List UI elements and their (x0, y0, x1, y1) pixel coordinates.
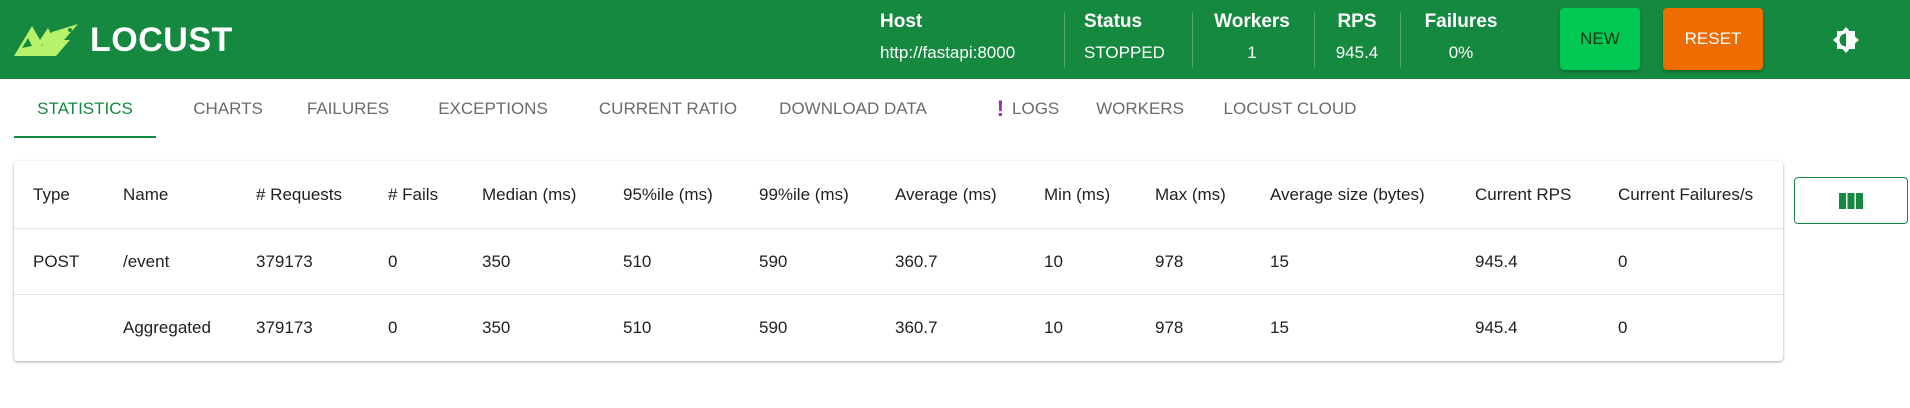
locust-logo: LOCUST (12, 20, 233, 59)
cell-average: 360.7 (895, 251, 938, 271)
view-columns-icon (1839, 192, 1863, 209)
tab-label: CURRENT RATIO (598, 99, 738, 118)
logs-alert-icon: ! (996, 96, 1005, 121)
column-header[interactable]: Average size (bytes) (1270, 161, 1425, 228)
cell-avg-size: 15 (1270, 318, 1289, 337)
failures-stat: Failures 0% (1416, 11, 1506, 64)
cell-current-failures: 0 (1618, 318, 1628, 337)
tab-label: LOGS (1012, 99, 1060, 118)
cell-99ile: 590 (759, 251, 788, 271)
statistics-table: Type Name # Requests # Fails Median (ms)… (14, 161, 1783, 361)
status-stat: Status STOPPED (1084, 11, 1165, 64)
locust-logo-icon (14, 24, 78, 56)
tab-current-ratio[interactable]: CURRENT RATIO (568, 79, 768, 139)
logo-text: LOCUST (90, 20, 233, 59)
cell-current-rps: 945.4 (1475, 251, 1518, 271)
cell-fails: 0 (388, 251, 398, 271)
cell-95ile: 510 (623, 318, 652, 337)
workers-stat: Workers 1 (1206, 11, 1298, 64)
top-app-bar: LOCUST Host http://fastapi:8000 Status S… (0, 0, 1910, 79)
cell-current-rps: 945.4 (1475, 318, 1518, 337)
workers-label: Workers (1214, 11, 1290, 32)
status-label: Status (1084, 11, 1143, 32)
column-header[interactable]: Current Failures/s (1618, 161, 1753, 228)
tab-label: LOCUST CLOUD (1223, 99, 1357, 118)
cell-requests: 379173 (256, 318, 313, 337)
column-header[interactable]: 99%ile (ms) (759, 161, 849, 228)
failures-value: 0% (1448, 43, 1474, 62)
table-header-row: Type Name # Requests # Fails Median (ms)… (14, 161, 1783, 229)
tab-label: CHARTS (193, 99, 263, 118)
cell-average: 360.7 (895, 318, 938, 337)
tab-failures[interactable]: FAILURES (276, 79, 420, 139)
host-stat: Host http://fastapi:8000 (880, 11, 1015, 64)
tab-label: STATISTICS (37, 99, 133, 118)
table-row-aggregated: Aggregated 379173 0 350 510 590 360.7 10… (14, 295, 1783, 361)
column-header[interactable]: Current RPS (1475, 161, 1571, 228)
table-row: POST /event 379173 0 350 510 590 360.7 1… (14, 229, 1783, 295)
tab-statistics[interactable]: STATISTICS (14, 79, 156, 139)
active-tab-indicator (14, 136, 156, 138)
cell-type: POST (33, 251, 80, 271)
column-selector-button[interactable] (1794, 177, 1908, 224)
cell-avg-size: 15 (1270, 251, 1289, 271)
cell-name: Aggregated (123, 318, 211, 337)
column-header[interactable]: Average (ms) (895, 161, 997, 228)
cell-99ile: 590 (759, 318, 788, 337)
cell-min: 10 (1044, 318, 1063, 337)
column-header[interactable]: Min (ms) (1044, 161, 1110, 228)
host-value: http://fastapi:8000 (880, 43, 1016, 62)
tab-label: EXCEPTIONS (438, 99, 548, 118)
cell-name: /event (123, 251, 170, 271)
reset-button[interactable]: RESET (1663, 8, 1763, 70)
tab-download-data[interactable]: DOWNLOAD DATA (760, 79, 946, 139)
new-test-button[interactable]: NEW (1560, 8, 1640, 70)
failures-label: Failures (1424, 11, 1498, 32)
cell-max: 978 (1155, 318, 1184, 337)
tab-label: DOWNLOAD DATA (779, 99, 927, 118)
status-value: STOPPED (1084, 43, 1165, 62)
cell-min: 10 (1044, 251, 1063, 271)
tab-label: WORKERS (1096, 99, 1184, 118)
workers-value: 1 (1247, 43, 1257, 62)
host-label: Host (880, 11, 923, 32)
cell-max: 978 (1155, 251, 1184, 271)
rps-stat: RPS 945.4 (1326, 11, 1388, 64)
stat-divider (1064, 12, 1065, 68)
column-header[interactable]: 95%ile (ms) (623, 161, 713, 228)
stat-divider (1192, 12, 1193, 68)
brightness-icon (1833, 27, 1859, 53)
tab-locust-cloud[interactable]: LOCUST CLOUD (1206, 79, 1374, 139)
tab-workers[interactable]: WORKERS (1080, 79, 1200, 139)
column-header[interactable]: Median (ms) (482, 161, 576, 228)
column-header[interactable]: Name (123, 161, 168, 228)
cell-95ile: 510 (623, 251, 652, 271)
column-header[interactable]: Type (33, 161, 70, 228)
column-header[interactable]: # Fails (388, 161, 438, 228)
stat-divider (1314, 12, 1315, 68)
cell-current-failures: 0 (1618, 251, 1628, 271)
rps-label: RPS (1337, 11, 1377, 32)
cell-median: 350 (482, 318, 511, 337)
tab-exceptions[interactable]: EXCEPTIONS (408, 79, 578, 139)
cell-requests: 379173 (256, 251, 313, 271)
tab-logs[interactable]: ! LOGS (972, 79, 1084, 139)
column-header[interactable]: # Requests (256, 161, 342, 228)
theme-toggle-button[interactable] (1832, 26, 1860, 54)
tab-label: FAILURES (306, 99, 390, 118)
rps-value: 945.4 (1335, 43, 1379, 62)
column-header[interactable]: Max (ms) (1155, 161, 1226, 228)
stat-divider (1400, 12, 1401, 68)
cell-fails: 0 (388, 318, 398, 337)
cell-median: 350 (482, 251, 511, 271)
